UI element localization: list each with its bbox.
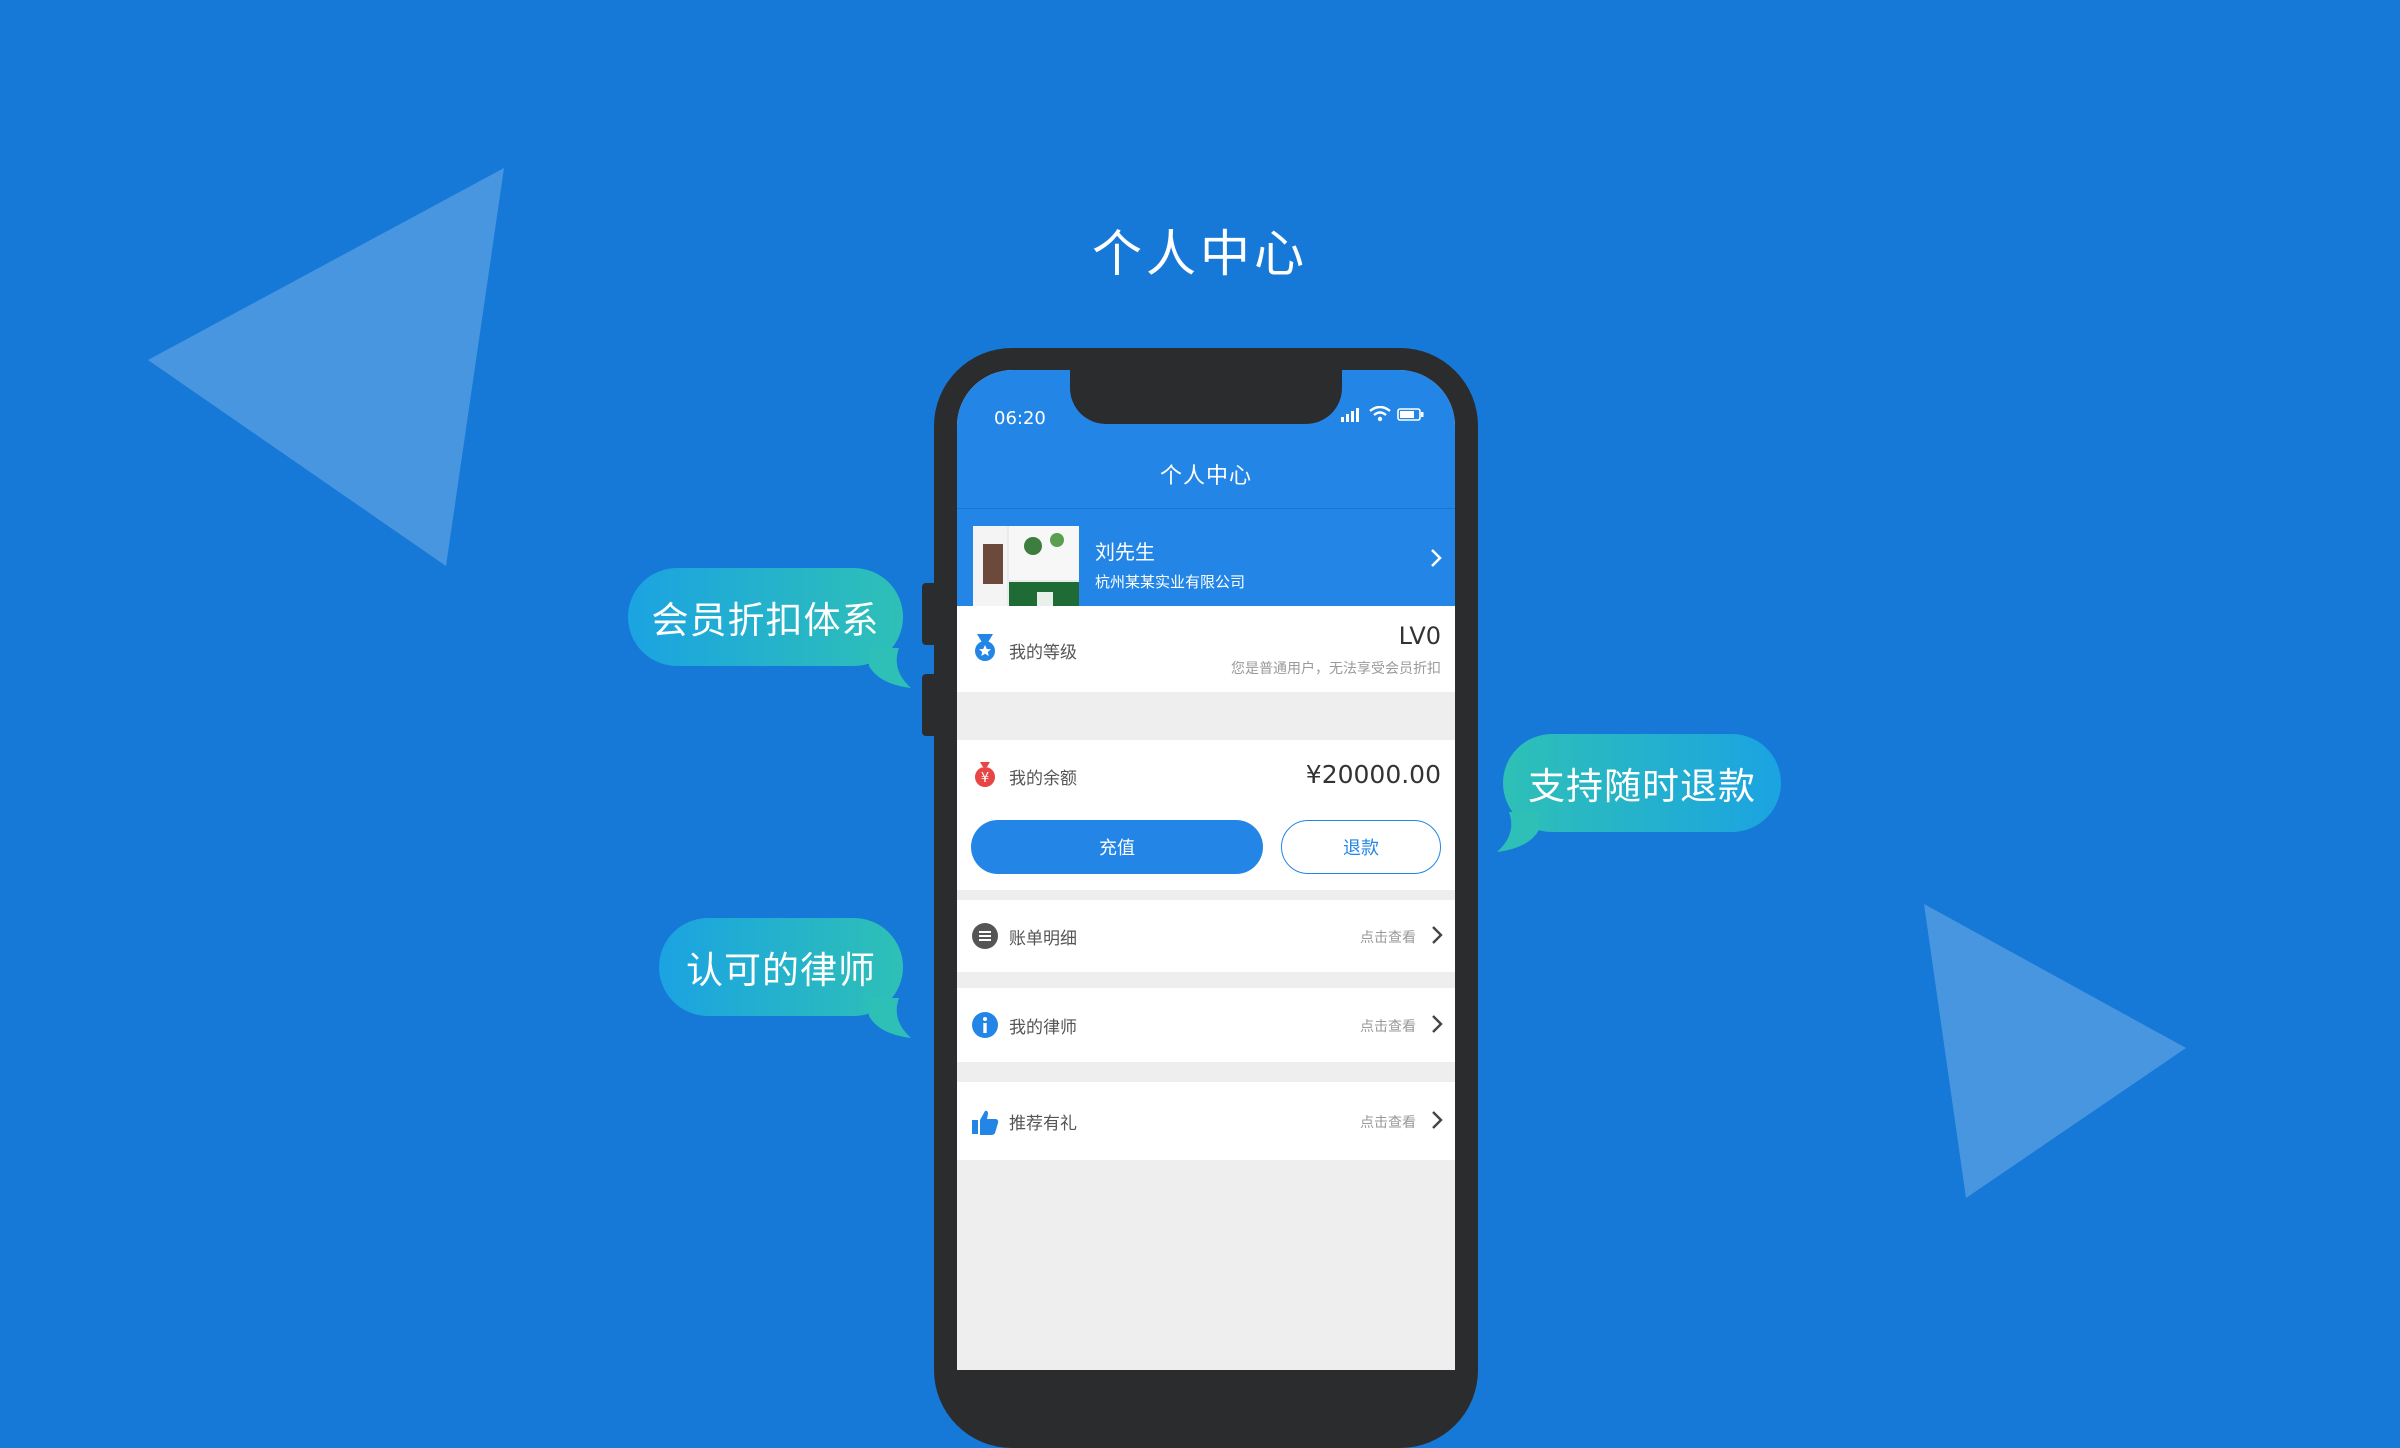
- menu-item-hint: 点击查看: [1360, 1019, 1416, 1035]
- list-icon: [972, 923, 998, 949]
- user-name: 刘先生: [1095, 540, 1155, 564]
- svg-text:¥: ¥: [981, 771, 989, 786]
- chevron-right-icon[interactable]: [1429, 546, 1443, 570]
- balance-value: ¥20000.00: [1305, 760, 1441, 789]
- menu-item-bill-details[interactable]: 账单明细 点击查看: [957, 900, 1455, 972]
- menu-item-label: 推荐有礼: [1009, 1114, 1077, 1134]
- menu-item-referral-reward[interactable]: 推荐有礼 点击查看: [957, 1082, 1455, 1160]
- level-note: 您是普通用户，无法享受会员折扣: [1231, 661, 1441, 677]
- bubble-text: 会员折扣体系: [651, 599, 880, 642]
- info-icon: [972, 1012, 998, 1038]
- signal-icon: [1341, 408, 1359, 422]
- header-divider: [957, 508, 1455, 509]
- level-card[interactable]: 我的等级 LV0 您是普通用户，无法享受会员折扣: [957, 606, 1455, 692]
- wifi-icon: [1369, 406, 1391, 422]
- decorative-triangle-left: [148, 168, 504, 566]
- battery-icon: [1397, 408, 1424, 421]
- menu-item-hint: 点击查看: [1360, 1115, 1416, 1131]
- refund-button[interactable]: 退款: [1281, 820, 1441, 874]
- menu-item-my-lawyer[interactable]: 我的律师 点击查看: [957, 988, 1455, 1062]
- menu-item-label: 我的律师: [1009, 1018, 1077, 1038]
- bubble-text: 支持随时退款: [1528, 765, 1756, 808]
- chevron-right-icon: [1432, 1015, 1443, 1033]
- feature-bubble-member-discount: 会员折扣体系: [628, 568, 911, 688]
- bubble-tail: [869, 648, 911, 688]
- level-label: 我的等级: [1009, 643, 1077, 663]
- menu-item-hint: 点击查看: [1360, 930, 1416, 946]
- money-bag-icon: ¥: [975, 762, 995, 787]
- phone-notch: [1070, 348, 1342, 424]
- nav-title: 个人中心: [1159, 464, 1252, 489]
- thumbs-up-icon: [972, 1110, 999, 1135]
- user-company: 杭州某某实业有限公司: [1095, 573, 1246, 591]
- bubble-tail: [1497, 812, 1539, 852]
- level-value: LV0: [1398, 622, 1441, 650]
- recharge-button[interactable]: 充值: [971, 820, 1263, 874]
- status-icons: [1341, 406, 1425, 422]
- menu-item-label: 账单明细: [1009, 929, 1077, 949]
- status-time: 06:20: [994, 408, 1046, 429]
- medal-icon: [975, 634, 995, 661]
- phone-screen: 06:20 个人中心 刘先生 杭州某某实业有限公司 我的等级 LV0 您是普通用…: [957, 370, 1455, 1370]
- balance-card: ¥ 我的余额 ¥20000.00 充值 退款: [957, 740, 1455, 890]
- chevron-right-icon: [1432, 1111, 1443, 1129]
- feature-bubble-lawyer: 认可的律师: [659, 918, 911, 1038]
- bubble-tail: [869, 998, 911, 1038]
- feature-bubble-refund: 支持随时退款: [1497, 734, 1781, 852]
- balance-label: 我的余额: [1009, 769, 1077, 789]
- bubble-text: 认可的律师: [686, 949, 876, 992]
- page-heading: 个人中心: [1092, 225, 1308, 283]
- chevron-right-icon: [1432, 926, 1443, 944]
